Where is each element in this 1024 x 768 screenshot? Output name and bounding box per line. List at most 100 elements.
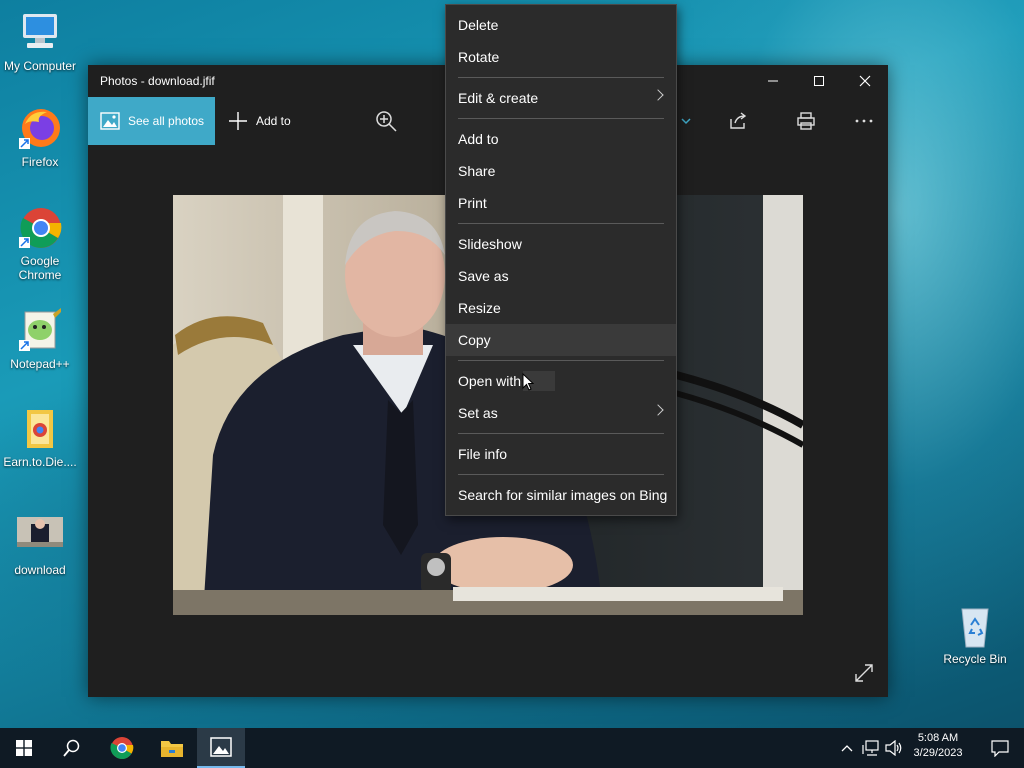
menu-item-label: Share	[458, 163, 496, 179]
zip-file-icon	[17, 406, 63, 452]
printer-icon	[797, 112, 815, 130]
chevron-right-icon	[652, 404, 664, 416]
chrome-icon	[17, 205, 63, 251]
menu-item-search-bing[interactable]: Search for similar images on Bing	[446, 479, 676, 511]
desktop-icon-label: Recycle Bin	[943, 652, 1007, 666]
add-to-button[interactable]: Add to	[228, 97, 291, 145]
windows-logo-icon	[16, 740, 32, 756]
taskbar: 5:08 AM 3/29/2023	[0, 728, 1024, 768]
notification-center-button[interactable]	[976, 728, 1024, 768]
menu-separator	[458, 77, 664, 78]
menu-separator	[458, 433, 664, 434]
start-button[interactable]	[0, 728, 48, 768]
desktop-icon-label: My Computer	[3, 59, 77, 73]
share-button[interactable]	[726, 109, 750, 133]
menu-item-label: Search for similar images on Bing	[458, 487, 668, 503]
menu-item-label: Save as	[458, 268, 509, 284]
maximize-button[interactable]	[796, 65, 842, 97]
menu-item-label: Slideshow	[458, 236, 522, 252]
menu-item-label: Resize	[458, 300, 501, 316]
print-button[interactable]	[794, 109, 818, 133]
zoom-in-icon	[376, 111, 397, 132]
desktop-icon-label: Google Chrome	[18, 254, 62, 282]
edit-dropdown-button[interactable]	[674, 109, 698, 133]
chevron-right-icon	[652, 89, 664, 101]
taskbar-photos[interactable]	[197, 728, 245, 768]
notepad-plus-plus-icon	[17, 308, 63, 354]
chrome-icon	[110, 737, 134, 759]
close-button[interactable]	[842, 65, 888, 97]
see-all-photos-button[interactable]: See all photos	[88, 97, 215, 145]
clock[interactable]: 5:08 AM 3/29/2023	[906, 732, 970, 759]
chevron-up-icon	[841, 745, 853, 752]
maximize-icon	[814, 76, 824, 86]
desktop-icon-firefox[interactable]: Firefox	[0, 106, 80, 169]
zoom-button[interactable]	[374, 109, 398, 133]
menu-item-share[interactable]: Share	[446, 155, 676, 187]
menu-item-add-to[interactable]: Add to	[446, 123, 676, 155]
folder-icon	[161, 741, 183, 757]
menu-item-label: Edit & create	[458, 90, 539, 106]
menu-item-copy[interactable]: Copy	[446, 324, 676, 356]
menu-item-edit-create[interactable]: Edit & create	[446, 82, 676, 114]
menu-item-label: File info	[458, 446, 508, 462]
network-button[interactable]	[860, 728, 882, 768]
clock-date: 3/29/2023	[913, 747, 963, 759]
desktop-icon-recycle-bin[interactable]: Recycle Bin	[935, 603, 1015, 666]
minimize-button[interactable]	[750, 65, 796, 97]
menu-item-print[interactable]: Print	[446, 187, 676, 219]
desktop-icon-label: Notepad++	[10, 357, 70, 371]
desktop-icon-earn-to-die[interactable]: Earn.to.Die....	[0, 406, 80, 469]
speaker-icon	[885, 740, 902, 756]
taskbar-file-explorer[interactable]	[148, 728, 196, 768]
menu-item-label: Set as	[458, 405, 498, 421]
notification-icon	[991, 740, 1009, 757]
menu-item-save-as[interactable]: Save as	[446, 260, 676, 292]
image-thumbnail-icon	[17, 514, 63, 560]
ellipsis-icon	[855, 119, 873, 123]
menu-item-resize[interactable]: Resize	[446, 292, 676, 324]
search-icon	[63, 739, 80, 757]
desktop-icon-label: Firefox	[21, 155, 59, 169]
window-title: Photos - download.jfif	[100, 74, 215, 88]
minimize-icon	[768, 80, 778, 82]
fullscreen-button[interactable]	[852, 661, 876, 685]
mouse-cursor-icon	[522, 373, 534, 391]
menu-item-label: Rotate	[458, 49, 500, 65]
menu-separator	[458, 360, 664, 361]
menu-item-rotate[interactable]: Rotate	[446, 41, 676, 73]
desktop-icon-notepad-plus-plus[interactable]: Notepad++	[0, 308, 80, 371]
expand-icon	[855, 664, 873, 682]
network-icon	[862, 740, 879, 756]
menu-separator	[458, 118, 664, 119]
share-icon	[730, 112, 747, 129]
menu-separator	[458, 474, 664, 475]
menu-item-open-with[interactable]: Open with	[446, 365, 676, 397]
menu-item-delete[interactable]: Delete	[446, 9, 676, 41]
menu-separator	[458, 223, 664, 224]
menu-item-set-as[interactable]: Set as	[446, 397, 676, 429]
recycle-bin-icon	[952, 603, 998, 649]
search-button[interactable]	[48, 728, 96, 768]
more-options-button[interactable]	[852, 109, 876, 133]
desktop-icon-google-chrome[interactable]: Google Chrome	[0, 205, 80, 282]
desktop-icon-label: download	[14, 563, 66, 577]
desktop-icon-my-computer[interactable]: My Computer	[0, 10, 80, 73]
computer-icon	[17, 10, 63, 56]
desktop-icon-download[interactable]: download	[0, 514, 80, 577]
menu-item-label: Delete	[458, 17, 499, 33]
menu-item-label: Copy	[458, 332, 491, 348]
menu-item-file-info[interactable]: File info	[446, 438, 676, 470]
clock-time: 5:08 AM	[917, 732, 959, 744]
firefox-icon	[17, 106, 63, 152]
show-hidden-icons-button[interactable]	[838, 728, 856, 768]
menu-item-label: Open with	[458, 373, 522, 389]
menu-item-label: Print	[458, 195, 487, 211]
see-all-photos-label: See all photos	[128, 114, 205, 128]
volume-button[interactable]	[883, 728, 905, 768]
taskbar-chrome[interactable]	[98, 728, 146, 768]
photos-icon	[210, 737, 232, 757]
photos-icon	[100, 112, 120, 130]
menu-item-slideshow[interactable]: Slideshow	[446, 228, 676, 260]
plus-icon	[229, 112, 247, 130]
